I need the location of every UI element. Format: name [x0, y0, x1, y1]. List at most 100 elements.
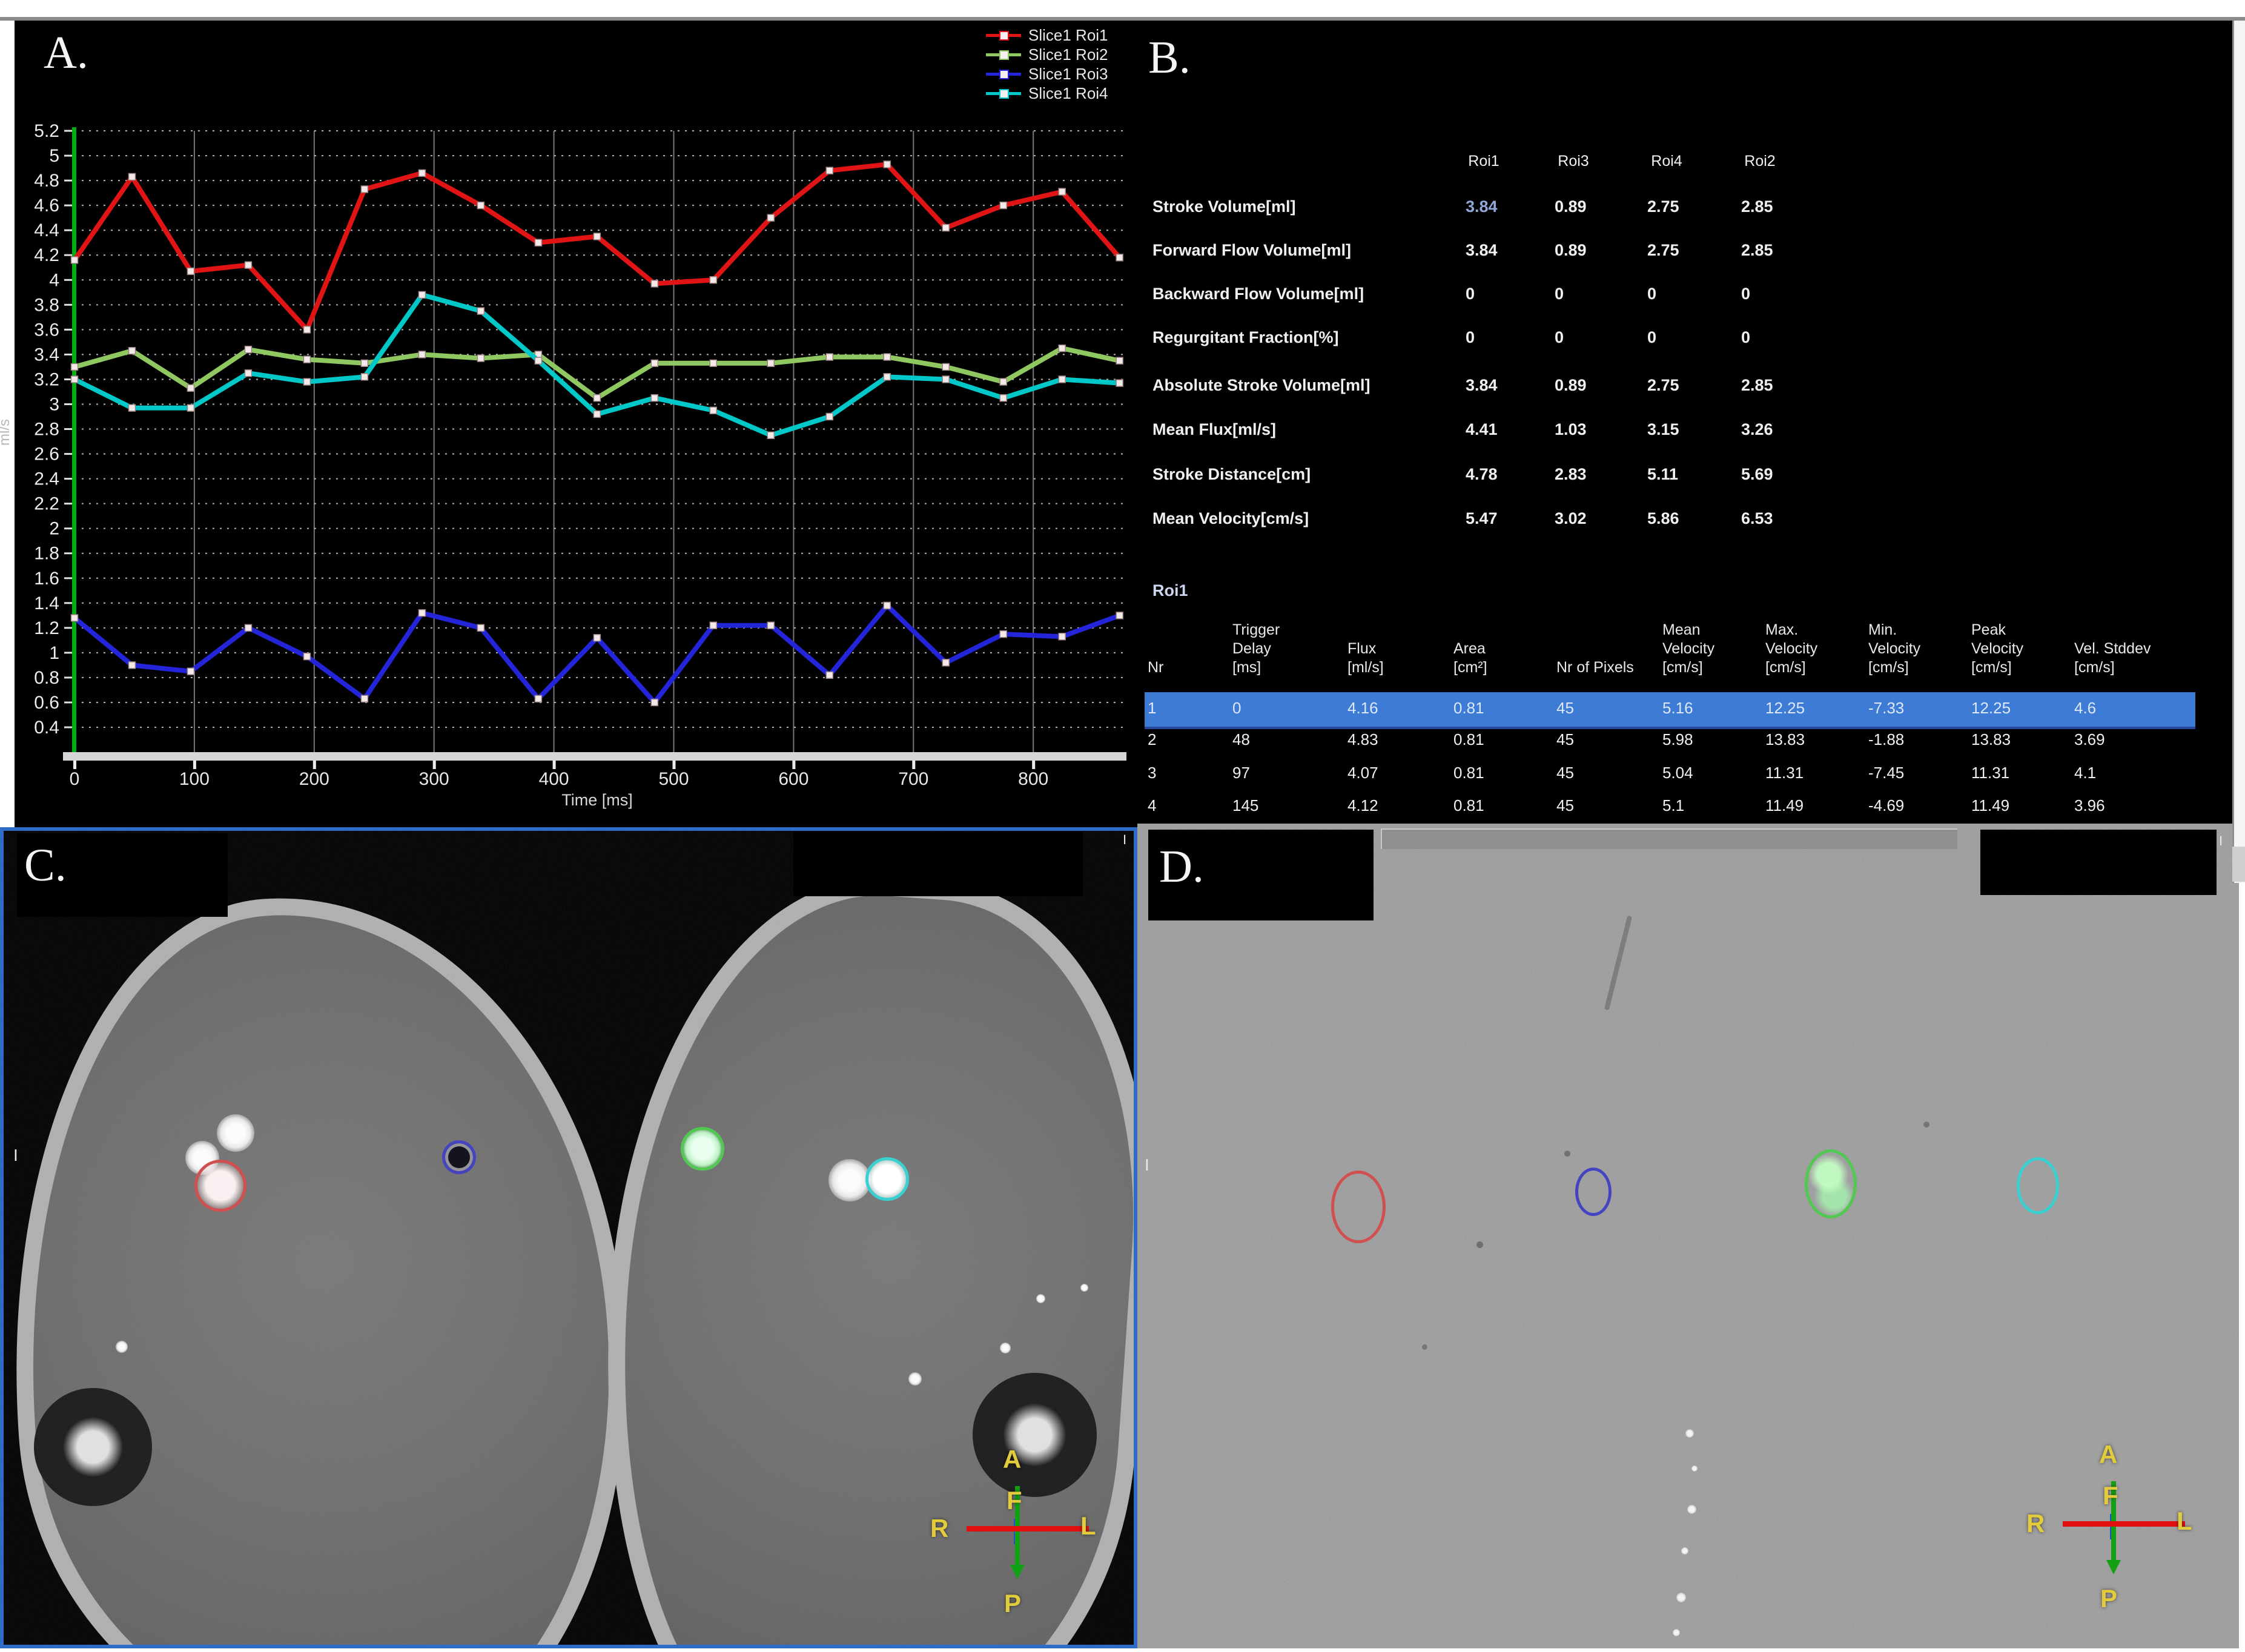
data-point-marker [1000, 202, 1007, 209]
y-tick-label: 0.8 [34, 668, 59, 688]
data-point-marker [1116, 612, 1123, 619]
roi1-contour-red[interactable] [194, 1160, 246, 1212]
roi2-contour-green[interactable] [1805, 1149, 1857, 1218]
slice-indicator-c-left: I [13, 1146, 18, 1165]
data-point-marker [245, 370, 251, 377]
roi-table-cell: -4.69 [1868, 796, 1904, 815]
data-point-marker [418, 170, 425, 176]
data-point-marker [418, 610, 425, 616]
data-point-marker [187, 385, 194, 391]
vessel-bright-spot [116, 1341, 128, 1353]
data-point-marker [71, 376, 78, 383]
data-point-marker [303, 356, 310, 363]
data-point-marker [535, 695, 541, 702]
roi4-contour-cyan[interactable] [865, 1157, 909, 1201]
orientation-letter-posterior: P [2100, 1584, 2117, 1613]
y-tick-label: 0.6 [34, 693, 59, 713]
data-point-marker [361, 695, 368, 702]
data-point-marker [1000, 395, 1007, 401]
data-point-marker [71, 257, 78, 263]
x-tick-label: 400 [539, 769, 569, 789]
table-horizontal-scrollbar[interactable] [1381, 828, 1957, 849]
roi1-contour-red[interactable] [1331, 1171, 1386, 1243]
data-point-marker [710, 360, 716, 366]
orientation-letter-left: L [1080, 1512, 1096, 1541]
y-tick-label: 2.8 [34, 420, 59, 440]
roi-table-cell: 11.49 [1971, 796, 2009, 815]
legend-item: Slice1 Roi1 [986, 25, 1108, 45]
data-point-marker [826, 167, 833, 174]
data-point-marker [535, 239, 541, 246]
data-point-marker [767, 432, 774, 438]
roi-table-cell: 2 [1148, 730, 1156, 749]
data-point-marker [1000, 631, 1007, 638]
data-point-marker [593, 411, 600, 417]
y-tick-label: 4.6 [34, 196, 59, 216]
legend-swatch-line [986, 92, 1021, 95]
legend-item-label: Slice1 Roi2 [1028, 45, 1108, 64]
summary-cell: 3.84 [1466, 241, 1498, 260]
roi-table-cell: 13.83 [1971, 730, 2011, 749]
y-tick-label: 3.4 [34, 345, 59, 365]
roi-table-column-header: Area[cm²] [1453, 639, 1487, 677]
summary-cell: 0 [1647, 328, 1656, 347]
legend-swatch-marker [999, 31, 1009, 41]
y-tick-label: 4.2 [34, 245, 59, 265]
summary-cell: 0.89 [1555, 241, 1587, 260]
data-point-marker [593, 233, 600, 240]
table-vertical-scrollbar-nub[interactable] [2232, 847, 2245, 882]
data-point-marker [767, 622, 774, 629]
roi-table-cell: 0 [1232, 699, 1241, 718]
summary-cell: 2.85 [1741, 376, 1773, 395]
roi-table-column-header: Vel. Stddev[cm/s] [2074, 639, 2151, 677]
y-axis-line [72, 127, 76, 755]
legend-item-label: Slice1 Roi4 [1028, 84, 1108, 103]
roi3-contour-blue[interactable] [1575, 1168, 1612, 1216]
roi-table-cell: 5.1 [1662, 796, 1684, 815]
roi-table-cell: 13.83 [1765, 730, 1805, 749]
summary-cell: 5.47 [1466, 509, 1498, 528]
summary-cell: 2.85 [1741, 197, 1773, 216]
roi-table-cell: 97 [1232, 764, 1250, 782]
x-tick-label: 300 [419, 769, 449, 789]
table-vertical-scrollbar[interactable] [2232, 21, 2245, 883]
legend-swatch-marker [999, 50, 1009, 60]
roi-table-cell: 11.31 [1971, 764, 2009, 782]
summary-cell: 1.03 [1555, 420, 1587, 439]
chart-y-axis-title: ml/s [0, 419, 13, 446]
y-tick-label: 3.6 [34, 320, 59, 340]
roi3-contour-blue[interactable] [442, 1140, 476, 1174]
roi2-contour-green[interactable] [681, 1127, 724, 1171]
summary-cell: 4.78 [1466, 465, 1498, 484]
vessel-bright-spot [1036, 1294, 1045, 1303]
data-point-marker [710, 277, 716, 283]
data-point-marker [128, 348, 135, 354]
data-point-marker [128, 405, 135, 411]
panel-b-label: B. [1148, 31, 1191, 84]
bottom-margin [0, 1648, 2245, 1652]
orientation-letter-right: R [930, 1514, 948, 1543]
roi-table-column-header: Max.Velocity[cm/s] [1765, 621, 1817, 677]
summary-cell: 5.11 [1647, 465, 1678, 484]
summary-cell: 3.84 [1466, 376, 1498, 395]
y-tick-label: 5.2 [34, 121, 59, 141]
summary-row-label: Mean Velocity[cm/s] [1152, 509, 1309, 528]
y-tick-label: 1 [49, 643, 59, 663]
roi-table-column-header: Min.Velocity[cm/s] [1868, 621, 1920, 677]
phase-bright-dot [1673, 1629, 1680, 1636]
data-point-marker [942, 659, 949, 666]
roi-table-cell: 4.6 [2074, 699, 2096, 718]
y-tick-label: 1.4 [34, 593, 59, 613]
data-point-marker [1000, 378, 1007, 385]
phase-streak [1604, 915, 1632, 1010]
phase-bright-dot [1691, 1465, 1698, 1472]
roi-table-cell: 48 [1232, 730, 1250, 749]
data-point-marker [826, 354, 833, 360]
x-axis-tick [433, 761, 436, 769]
vessel-bright-spot [1000, 1343, 1011, 1353]
roi-table-cell: 12.25 [1971, 699, 2011, 718]
roi-table-cell: 4.83 [1347, 730, 1378, 749]
orientation-marker: AFPRL [931, 1449, 1101, 1624]
data-point-marker [1059, 633, 1065, 640]
roi4-contour-cyan[interactable] [2017, 1157, 2059, 1214]
